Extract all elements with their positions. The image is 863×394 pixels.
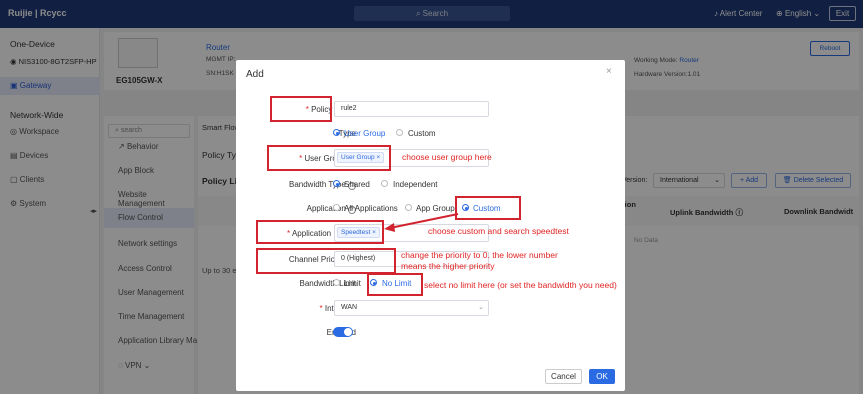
annotation-user-group: choose user group here [402, 152, 492, 162]
annotation-priority-line2: means the higher priority [401, 261, 495, 271]
annotation-priority-line1: change the priority to 0. the lower numb… [401, 250, 558, 260]
annotation-no-limit: select no limit here (or set the bandwid… [424, 280, 617, 290]
annotation-arrow-svg [384, 213, 459, 232]
annotation-custom-app: choose custom and search speedtest [428, 226, 569, 236]
annotation-arrow-head [384, 223, 395, 232]
